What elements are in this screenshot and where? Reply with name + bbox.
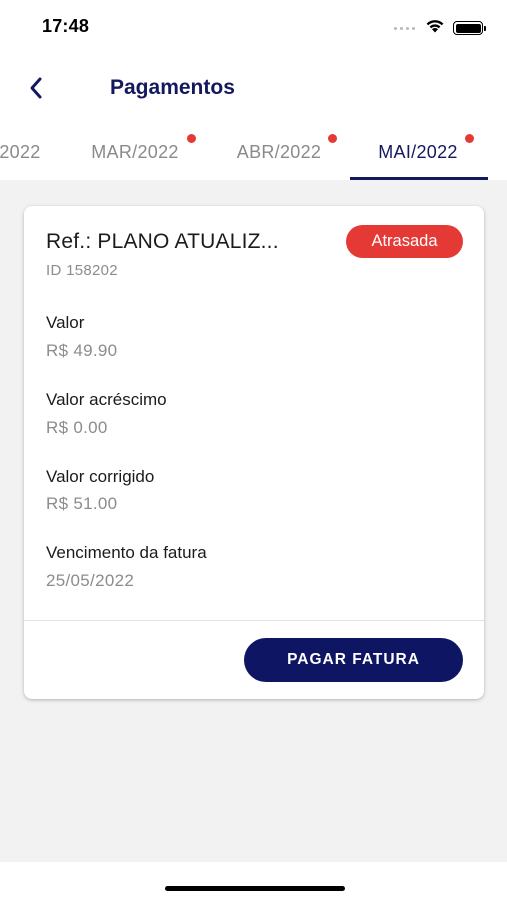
page-title: Pagamentos [110,76,235,99]
invoice-id: ID 158202 [46,262,118,279]
tab-mai-2022[interactable]: MAI/2022 [362,124,474,180]
tab-label: MAI/2022 [378,141,458,162]
alert-dot-icon [187,134,196,143]
tab-fev-2022[interactable]: 2022 [0,124,50,180]
status-icons [394,18,486,38]
alert-dot-icon [465,134,474,143]
battery-icon [453,21,486,35]
tab-mar-2022[interactable]: MAR/2022 [80,124,196,180]
status-bar: 17:48 [0,0,507,52]
tab-abr-2022[interactable]: ABR/2022 [224,124,337,180]
invoice-reference: Ref.: PLANO ATUALIZ... [46,230,279,253]
field-value-valor: R$ 49.90 [46,341,118,360]
alert-dot-icon [328,134,337,143]
status-badge: Atrasada [346,225,463,258]
back-button[interactable] [22,74,50,102]
app-header: Pagamentos [0,52,507,124]
invoice-card: Ref.: PLANO ATUALIZ... Atrasada ID 15820… [24,206,484,699]
tab-label: 2022 [0,141,41,162]
home-indicator[interactable] [165,886,345,891]
tab-label: MAR/2022 [91,141,179,162]
chevron-left-icon [30,77,42,99]
field-value-corrigido: R$ 51.00 [46,494,118,513]
month-tabs: 2022 MAR/2022 ABR/2022 MAI/2022 [0,124,507,180]
status-time: 17:48 [42,16,90,36]
field-value-acrescimo: R$ 0.00 [46,418,108,437]
pay-invoice-button[interactable]: PAGAR FATURA [244,638,463,682]
field-label-acrescimo: Valor acréscimo [46,390,167,409]
tab-label: ABR/2022 [236,141,322,162]
field-label-vencimento: Vencimento da fatura [46,543,207,562]
wifi-icon [425,18,445,38]
bottom-bar [0,862,507,900]
active-tab-indicator [350,177,488,180]
field-label-corrigido: Valor corrigido [46,467,155,486]
card-divider [24,620,484,621]
screen: 17:48 Pagamentos 2022 MAR/2022 ABR/2022 … [0,0,507,900]
field-label-valor: Valor [46,313,85,332]
field-value-vencimento: 25/05/2022 [46,571,135,590]
signal-dots-icon [394,26,415,30]
